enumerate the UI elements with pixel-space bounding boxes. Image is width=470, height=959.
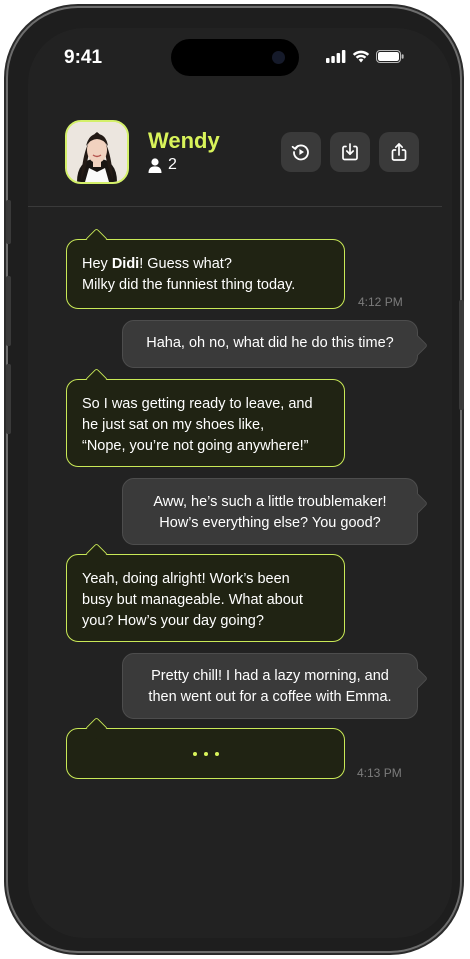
message-text: Pretty chill! I had a lazy morning, and … bbox=[139, 666, 401, 708]
message-text-part: Hey bbox=[82, 256, 112, 272]
typing-indicator-bubble bbox=[66, 716, 345, 779]
message-text-line: you? How’s your day going? bbox=[82, 613, 264, 629]
message-text: Yeah, doing alright! Work’s been busy bu… bbox=[82, 569, 329, 632]
message-text-line: he just sat on my shoes like, bbox=[82, 417, 265, 433]
header-divider bbox=[28, 206, 442, 207]
replay-icon bbox=[291, 144, 309, 161]
share-button[interactable] bbox=[379, 132, 419, 172]
status-time: 9:41 bbox=[64, 47, 103, 68]
message-text-line: “Nope, you’re not going anywhere!” bbox=[82, 438, 309, 454]
message-bubble-incoming[interactable]: So I was getting ready to leave, and he … bbox=[66, 367, 345, 467]
action-button bbox=[6, 200, 11, 244]
mentioned-name: Didi bbox=[111, 256, 140, 272]
message-text-line: How’s everything else? You good? bbox=[159, 515, 381, 531]
status-icons bbox=[326, 50, 404, 63]
message-bubble-outgoing[interactable]: Haha, oh no, what did he do this time? bbox=[122, 320, 429, 368]
typing-dot bbox=[192, 751, 197, 756]
message-bubble-incoming[interactable]: Yeah, doing alright! Work’s been busy bu… bbox=[66, 542, 345, 642]
message-bubble-outgoing[interactable]: Pretty chill! I had a lazy morning, and … bbox=[122, 653, 429, 719]
volume-up-button bbox=[6, 276, 11, 346]
download-button[interactable] bbox=[330, 132, 370, 172]
message-timestamp: 4:13 PM bbox=[357, 766, 402, 780]
typing-dot bbox=[203, 751, 208, 756]
avatar[interactable] bbox=[65, 120, 129, 184]
person-icon bbox=[148, 157, 162, 173]
message-text-line: Milky did the funniest thing today. bbox=[82, 277, 296, 293]
dynamic-island bbox=[171, 39, 299, 76]
contact-name: Wendy bbox=[148, 128, 220, 153]
message-bubble-outgoing[interactable]: Aww, he’s such a little troublemaker! Ho… bbox=[122, 478, 429, 545]
typing-dots bbox=[67, 729, 344, 778]
volume-down-button bbox=[6, 364, 11, 434]
message-text-line: Pretty chill! I had a lazy morning, and bbox=[151, 668, 389, 684]
message-text: Aww, he’s such a little troublemaker! Ho… bbox=[139, 492, 401, 534]
camera-icon bbox=[272, 51, 285, 64]
message-text-line: Aww, he’s such a little troublemaker! bbox=[153, 494, 387, 510]
member-count: 2 bbox=[148, 156, 177, 174]
message-bubble-incoming[interactable]: Hey Didi! Guess what? Milky did the funn… bbox=[66, 227, 345, 309]
avatar-image bbox=[67, 122, 127, 182]
replay-button[interactable] bbox=[281, 132, 321, 172]
message-text-line: Yeah, doing alright! Work’s been bbox=[82, 571, 290, 587]
wifi-icon bbox=[352, 50, 370, 63]
message-text: So I was getting ready to leave, and he … bbox=[82, 394, 329, 457]
download-icon bbox=[342, 143, 358, 161]
signal-icon bbox=[326, 50, 346, 63]
message-text-line: busy but manageable. What about bbox=[82, 592, 303, 608]
power-button bbox=[459, 300, 464, 410]
message-text-line: then went out for a coffee with Emma. bbox=[148, 689, 392, 705]
share-icon bbox=[391, 143, 407, 161]
typing-dot bbox=[214, 751, 219, 756]
message-text-line: So I was getting ready to leave, and bbox=[82, 396, 313, 412]
member-count-value: 2 bbox=[168, 156, 177, 173]
message-text: Hey Didi! Guess what? Milky did the funn… bbox=[82, 254, 329, 296]
message-timestamp: 4:12 PM bbox=[358, 295, 403, 309]
battery-icon bbox=[376, 50, 404, 63]
message-text-part: ! Guess what? bbox=[139, 256, 232, 272]
message-text: Haha, oh no, what did he do this time? bbox=[146, 335, 394, 351]
